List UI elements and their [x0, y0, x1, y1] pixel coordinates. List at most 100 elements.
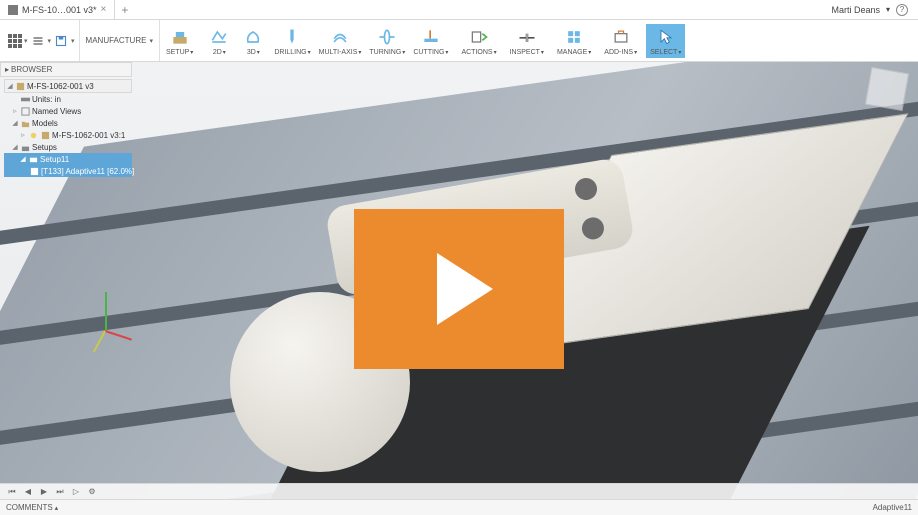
component-icon [15, 81, 25, 91]
status-operation: Adaptive11 [873, 503, 912, 512]
collapse-icon: ◢ [7, 82, 13, 90]
data-panel-icon[interactable] [8, 34, 22, 48]
chevron-right-icon: ▸ [5, 65, 9, 74]
chevron-down-icon: ▾ [588, 49, 591, 56]
main-toolbar: ▾ ▾ ▾ MANUFACTURE ▾ SETUP▾ [0, 20, 918, 62]
addins-icon [610, 26, 632, 48]
select-button[interactable]: SELECT▾ [646, 24, 685, 58]
collapse-icon: ◢ [12, 119, 18, 127]
timeline[interactable]: ⏮ ◀ ▶ ⏭ ▷ ⚙ [0, 483, 918, 499]
help-icon[interactable]: ? [896, 4, 908, 16]
play-button[interactable] [354, 209, 564, 369]
status-bar: COMMENTS ▴ Adaptive11 [0, 499, 918, 515]
folder-icon [20, 118, 30, 128]
operation-icon [30, 166, 39, 176]
timeline-settings-icon[interactable]: ⚙ [86, 486, 98, 498]
tree-root[interactable]: ◢ M-FS-1062-001 v3 [4, 79, 132, 93]
view-cube[interactable] [865, 67, 909, 111]
tree-named-views[interactable]: ▹ Named Views [4, 105, 132, 117]
expand-icon: ▹ [20, 131, 26, 139]
cutting-icon [420, 26, 442, 48]
light-icon [28, 130, 38, 140]
inspect-button[interactable]: INSPECT▾ [506, 24, 548, 58]
expand-icon: ▹ [12, 107, 18, 115]
chevron-down-icon: ▾ [308, 49, 311, 56]
actions-icon [468, 26, 490, 48]
timeline-start-icon[interactable]: ⏮ [6, 486, 18, 498]
setup-icon [28, 154, 38, 164]
cutting-button[interactable]: CUTTING▾ [409, 24, 452, 58]
add-tab-button[interactable]: + [115, 3, 134, 17]
document-icon [8, 5, 18, 15]
chevron-down-icon: ▾ [223, 49, 226, 56]
tree-label: Models [32, 119, 58, 128]
2d-button[interactable]: 2D▾ [202, 24, 236, 58]
tree-setup1[interactable]: ◢ Setup11 [4, 153, 132, 165]
tree-label: Units: in [32, 95, 61, 104]
workspace-switcher[interactable]: MANUFACTURE ▾ [80, 20, 160, 61]
play-icon [437, 253, 493, 325]
comments-toggle[interactable]: COMMENTS ▴ [6, 503, 58, 512]
tree-operation[interactable]: [T133] Adaptive11 [62.0%] [4, 165, 132, 177]
2d-icon [208, 26, 230, 48]
chevron-down-icon[interactable]: ▾ [886, 5, 890, 14]
select-icon [655, 26, 677, 48]
workspace-label: MANUFACTURE [86, 36, 147, 45]
turning-button[interactable]: TURNING▾ [365, 24, 409, 58]
turning-icon [376, 26, 398, 48]
user-name[interactable]: Marti Deans [831, 5, 880, 15]
3d-icon [242, 26, 264, 48]
viewport[interactable]: ▸ BROWSER ◢ M-FS-1062-001 v3 Units: in ▹ [0, 62, 918, 515]
3d-button[interactable]: 3D▾ [236, 24, 270, 58]
collapse-icon: ◢ [20, 155, 26, 163]
chevron-down-icon: ▾ [634, 49, 637, 56]
setup-icon [169, 26, 191, 48]
file-menu-icon[interactable] [30, 33, 46, 49]
timeline-play-icon[interactable]: ▷ [70, 486, 82, 498]
chevron-down-icon: ▾ [358, 49, 361, 56]
tree-label: M-FS-1062-001 v3 [27, 82, 94, 91]
chevron-down-icon: ▾ [541, 49, 544, 56]
timeline-end-icon[interactable]: ⏭ [54, 486, 66, 498]
tree-label: Setup11 [40, 155, 69, 164]
tree-label: M-FS-1062-001 v3:1 [52, 131, 125, 140]
save-icon[interactable] [53, 33, 69, 49]
chevron-down-icon[interactable]: ▾ [24, 37, 28, 45]
chevron-down-icon: ▾ [402, 49, 405, 56]
chevron-down-icon: ▾ [494, 49, 497, 56]
collapse-icon: ◢ [12, 143, 18, 151]
tree-label: Named Views [32, 107, 81, 116]
multiaxis-button[interactable]: MULTI-AXIS▾ [315, 24, 366, 58]
tree-model-instance[interactable]: ▹ M-FS-1062-001 v3:1 [4, 129, 132, 141]
tree-models[interactable]: ◢ Models [4, 117, 132, 129]
tab-title: M-FS-10…001 v3* [22, 5, 97, 15]
drilling-button[interactable]: DRILLING▾ [270, 24, 314, 58]
timeline-next-icon[interactable]: ▶ [38, 486, 50, 498]
timeline-prev-icon[interactable]: ◀ [22, 486, 34, 498]
setups-icon [20, 142, 30, 152]
chevron-down-icon: ▾ [257, 49, 260, 56]
tree-label: Setups [32, 143, 57, 152]
chevron-down-icon[interactable]: ▾ [48, 37, 52, 45]
multiaxis-icon [329, 26, 351, 48]
chevron-down-icon[interactable]: ▾ [71, 37, 75, 45]
views-icon [20, 106, 30, 116]
component-icon [40, 130, 50, 140]
tree-label: [T133] Adaptive11 [62.0%] [41, 167, 134, 176]
close-icon[interactable]: × [101, 4, 107, 15]
axis-triad [95, 292, 135, 352]
browser-panel: ▸ BROWSER ◢ M-FS-1062-001 v3 Units: in ▹ [0, 62, 132, 179]
tree-units[interactable]: Units: in [4, 93, 132, 105]
browser-header[interactable]: ▸ BROWSER [0, 62, 132, 77]
ruler-icon [20, 94, 30, 104]
chevron-up-icon: ▴ [55, 504, 59, 512]
chevron-down-icon: ▾ [678, 49, 681, 56]
setup-button[interactable]: SETUP▾ [162, 24, 197, 58]
actions-button[interactable]: ACTIONS▾ [457, 24, 500, 58]
addins-button[interactable]: ADD-INS▾ [600, 24, 641, 58]
document-tab[interactable]: M-FS-10…001 v3* × [0, 0, 115, 19]
manage-button[interactable]: MANAGE▾ [553, 24, 595, 58]
tree-setups[interactable]: ◢ Setups [4, 141, 132, 153]
chevron-down-icon: ▾ [445, 49, 448, 56]
chevron-down-icon: ▾ [149, 37, 153, 45]
